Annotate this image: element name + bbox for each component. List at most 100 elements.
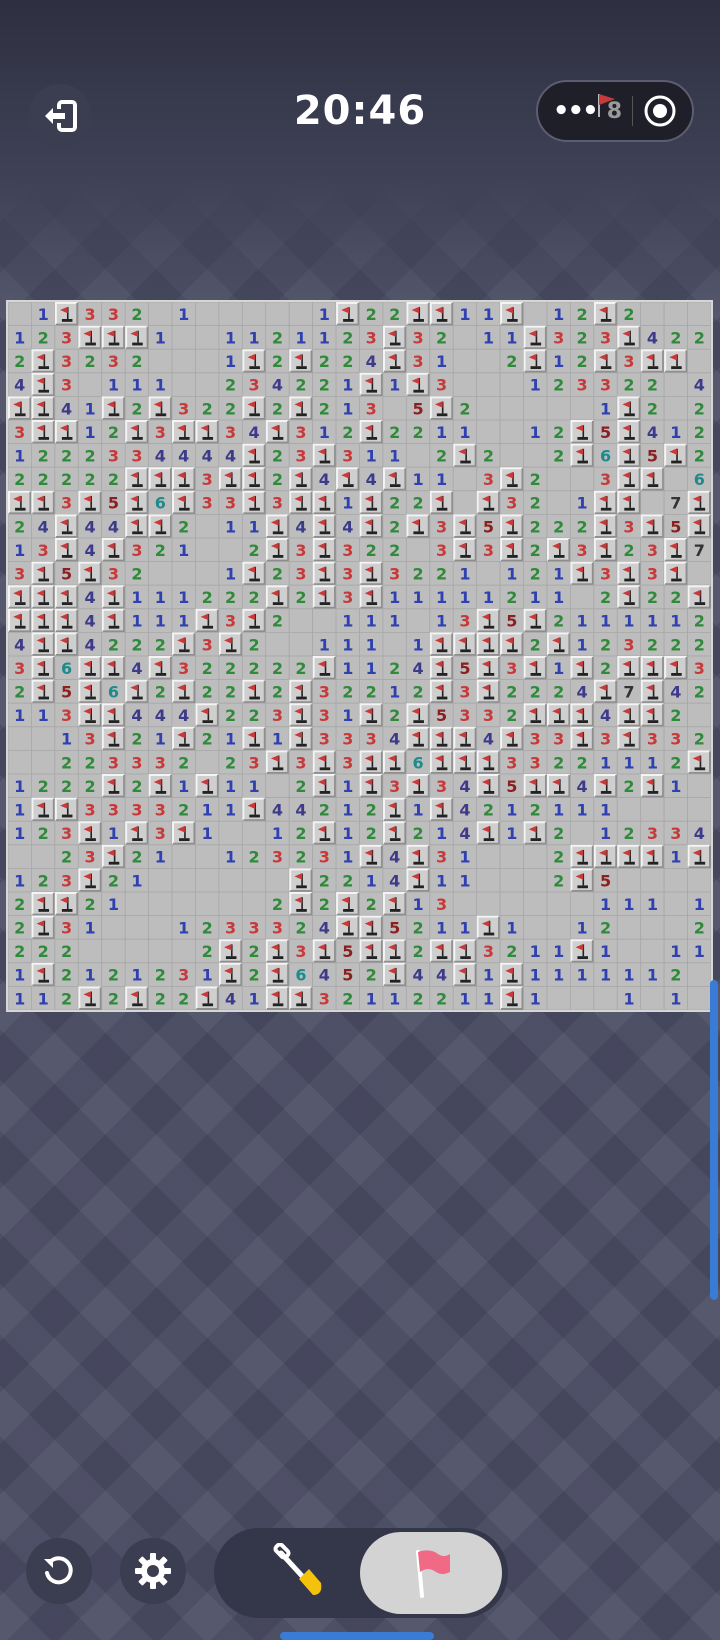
number-cell[interactable]: 2 [570,348,595,374]
empty-cell[interactable] [7,844,32,869]
number-cell[interactable]: 1 [570,631,595,657]
flagged-cell[interactable] [452,938,478,964]
number-cell[interactable]: 7 [687,537,712,563]
number-cell[interactable]: 1 [687,891,712,917]
number-cell[interactable]: 1 [382,584,407,610]
flagged-cell[interactable] [288,348,314,374]
number-cell[interactable]: 1 [312,325,337,350]
flagged-cell[interactable] [616,726,642,751]
flagged-cell[interactable] [382,820,407,846]
flagged-cell[interactable] [171,490,196,515]
flagged-cell[interactable] [7,608,32,633]
number-cell[interactable]: 1 [77,962,103,987]
empty-cell[interactable] [171,891,196,917]
flagged-cell[interactable] [616,466,642,492]
number-cell[interactable]: 2 [405,938,431,964]
flagged-cell[interactable] [101,655,126,681]
flagged-cell[interactable] [429,490,454,515]
empty-cell[interactable] [523,891,548,917]
flagged-cell[interactable] [241,726,267,751]
number-cell[interactable]: 4 [687,372,712,397]
empty-cell[interactable] [148,561,173,586]
flagged-cell[interactable] [359,773,384,799]
number-cell[interactable]: 2 [382,419,407,445]
number-cell[interactable]: 3 [452,702,478,728]
empty-cell[interactable] [523,868,548,893]
number-cell[interactable]: 2 [663,584,688,610]
flagged-cell[interactable] [31,396,56,421]
number-cell[interactable]: 1 [546,561,571,586]
number-cell[interactable]: 4 [382,844,407,869]
number-cell[interactable]: 1 [405,797,431,822]
flagged-cell[interactable] [241,443,267,468]
number-cell[interactable]: 2 [54,466,79,492]
flagged-cell[interactable] [31,419,56,445]
number-cell[interactable]: 4 [171,702,196,728]
number-cell[interactable]: 2 [476,443,501,468]
flagged-cell[interactable] [77,868,103,893]
number-cell[interactable]: 4 [359,348,384,374]
empty-cell[interactable] [171,561,196,586]
number-cell[interactable]: 1 [382,986,407,1011]
flagged-cell[interactable] [31,679,56,704]
flagged-cell[interactable] [663,537,688,563]
number-cell[interactable]: 1 [429,915,454,940]
number-cell[interactable]: 4 [77,631,103,657]
flagged-cell[interactable] [265,419,290,445]
number-cell[interactable]: 3 [312,986,337,1011]
empty-cell[interactable] [31,726,56,751]
flagged-cell[interactable] [429,726,454,751]
flagged-cell[interactable] [593,513,618,539]
number-cell[interactable]: 3 [312,702,337,728]
empty-cell[interactable] [405,537,431,563]
number-cell[interactable]: 3 [54,915,79,940]
number-cell[interactable]: 3 [171,396,196,421]
empty-cell[interactable] [523,396,548,421]
flagged-cell[interactable] [265,513,290,539]
empty-cell[interactable] [195,891,220,917]
flagged-cell[interactable] [405,301,431,327]
number-cell[interactable]: 1 [241,773,267,799]
number-cell[interactable]: 5 [335,938,360,964]
empty-cell[interactable] [640,986,665,1011]
flagged-cell[interactable] [405,773,431,799]
number-cell[interactable]: 2 [171,797,196,822]
number-cell[interactable]: 2 [687,419,712,445]
empty-cell[interactable] [523,443,548,468]
number-cell[interactable]: 1 [523,986,548,1011]
number-cell[interactable]: 2 [7,679,32,704]
number-cell[interactable]: 2 [616,820,642,846]
number-cell[interactable]: 2 [523,631,548,657]
empty-cell[interactable] [288,608,314,633]
number-cell[interactable]: 2 [546,443,571,468]
number-cell[interactable]: 1 [335,655,360,681]
flagged-cell[interactable] [616,584,642,610]
number-cell[interactable]: 2 [546,513,571,539]
empty-cell[interactable] [195,372,220,397]
number-cell[interactable]: 2 [7,915,32,940]
empty-cell[interactable] [405,608,431,633]
empty-cell[interactable] [124,938,149,964]
number-cell[interactable]: 1 [476,325,501,350]
flagged-cell[interactable] [593,844,618,869]
flagged-cell[interactable] [312,773,337,799]
number-cell[interactable]: 3 [640,726,665,751]
flagged-cell[interactable] [148,655,173,681]
number-cell[interactable]: 2 [101,419,126,445]
empty-cell[interactable] [452,325,478,350]
flagged-cell[interactable] [171,466,196,492]
empty-cell[interactable] [218,820,243,846]
number-cell[interactable]: 3 [523,749,548,775]
number-cell[interactable]: 2 [499,584,524,610]
number-cell[interactable]: 5 [663,513,688,539]
flagged-cell[interactable] [54,513,79,539]
number-cell[interactable]: 2 [359,891,384,917]
empty-cell[interactable] [523,844,548,869]
flagged-cell[interactable] [663,561,688,586]
number-cell[interactable]: 4 [452,820,478,846]
flagged-cell[interactable] [241,561,267,586]
empty-cell[interactable] [687,773,712,799]
flagged-cell[interactable] [77,986,103,1011]
flagged-cell[interactable] [359,561,384,586]
empty-cell[interactable] [148,868,173,893]
